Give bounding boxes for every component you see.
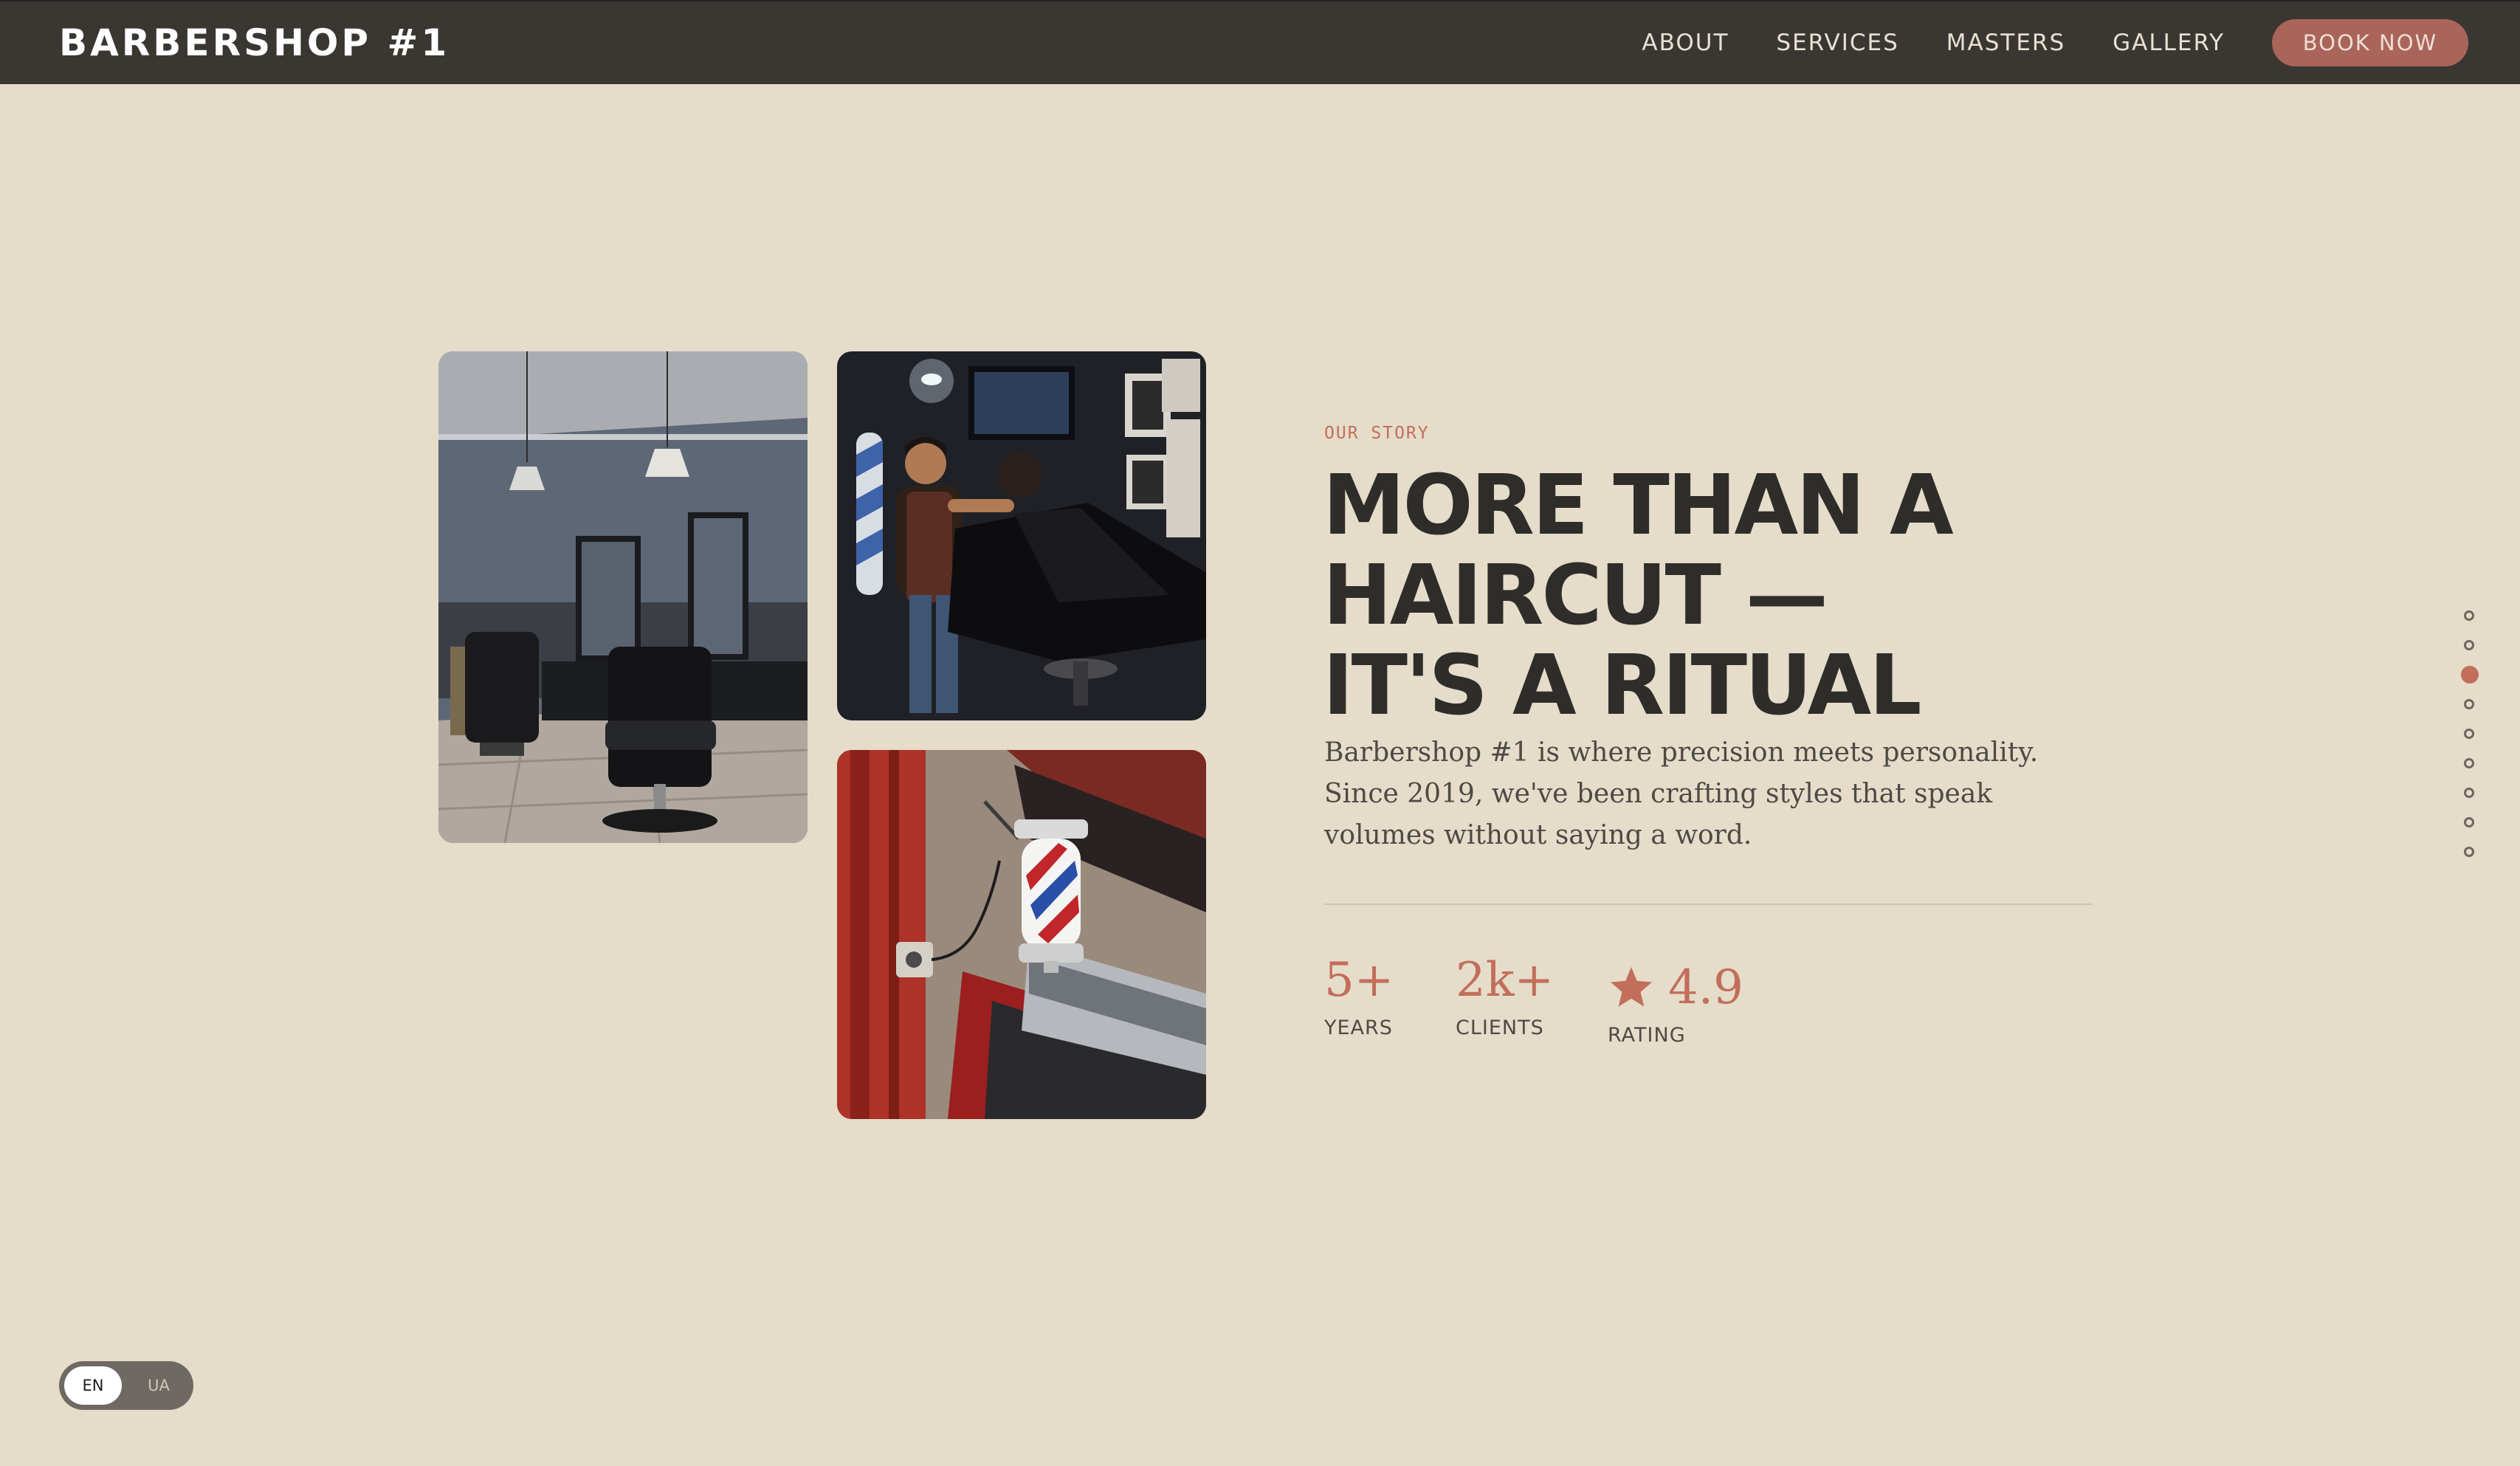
- section-dot-2[interactable]: [2464, 640, 2474, 650]
- headline-line-1: MORE THAN A: [1323, 458, 1954, 554]
- photo-barber-pole: [837, 750, 1206, 1119]
- nav-link-gallery[interactable]: GALLERY: [2113, 30, 2225, 56]
- language-toggle: EN UA: [59, 1361, 193, 1410]
- headline-line-3: IT'S A RITUAL: [1323, 638, 1922, 734]
- language-option-en[interactable]: EN: [64, 1366, 122, 1405]
- stat-clients-label: CLIENTS: [1456, 1016, 1544, 1039]
- stat-years-label: YEARS: [1324, 1016, 1393, 1039]
- section-dot-4[interactable]: [2464, 699, 2474, 709]
- headline-line-2: HAIRCUT —: [1323, 548, 1828, 644]
- photo-barber-at-work: [837, 351, 1206, 720]
- nav-link-about[interactable]: ABOUT: [1642, 30, 1729, 56]
- section-dot-5[interactable]: [2464, 729, 2474, 739]
- stat-rating-label: RATING: [1608, 1024, 1686, 1047]
- book-now-button[interactable]: BOOK NOW: [2272, 19, 2468, 66]
- section-dot-6[interactable]: [2464, 758, 2474, 768]
- section-dot-3[interactable]: [2461, 666, 2479, 684]
- section-dot-7[interactable]: [2464, 788, 2474, 798]
- language-option-ua[interactable]: UA: [130, 1366, 187, 1405]
- section-dot-8[interactable]: [2464, 817, 2474, 827]
- site-logo[interactable]: BARBERSHOP #1: [59, 21, 450, 65]
- stat-rating-value: 4.9: [1668, 960, 1743, 1015]
- stat-clients-value: 2k+: [1456, 953, 1555, 1008]
- site-header: BARBERSHOP #1 ABOUT SERVICES MASTERS GAL…: [0, 0, 2520, 84]
- nav-link-services[interactable]: SERVICES: [1776, 30, 1898, 56]
- section-dot-1[interactable]: [2464, 610, 2474, 621]
- section-eyebrow: OUR STORY: [1324, 424, 1430, 443]
- page-title: MORE THAN A HAIRCUT — IT'S A RITUAL: [1323, 461, 2135, 731]
- rating-row: 4.9: [1608, 962, 1743, 1014]
- stat-years-value: 5+: [1324, 953, 1394, 1008]
- star-icon: [1611, 967, 1652, 1007]
- story-paragraph: Barbershop #1 is where precision meets p…: [1324, 737, 2039, 850]
- stats-divider: [1324, 904, 2092, 905]
- stat-rating: 4.9 RATING: [1608, 962, 1743, 1047]
- section-dot-9[interactable]: [2464, 847, 2474, 857]
- nav-link-masters[interactable]: MASTERS: [1946, 30, 2065, 56]
- photo-barbershop-interior: [438, 351, 808, 843]
- stat-clients: 2k+ CLIENTS: [1456, 954, 1554, 1039]
- stat-years: 5+ YEARS: [1324, 954, 1394, 1039]
- section-nav-dots: [2454, 605, 2483, 871]
- main-nav: ABOUT SERVICES MASTERS GALLERY BOOK NOW: [1642, 1, 2468, 84]
